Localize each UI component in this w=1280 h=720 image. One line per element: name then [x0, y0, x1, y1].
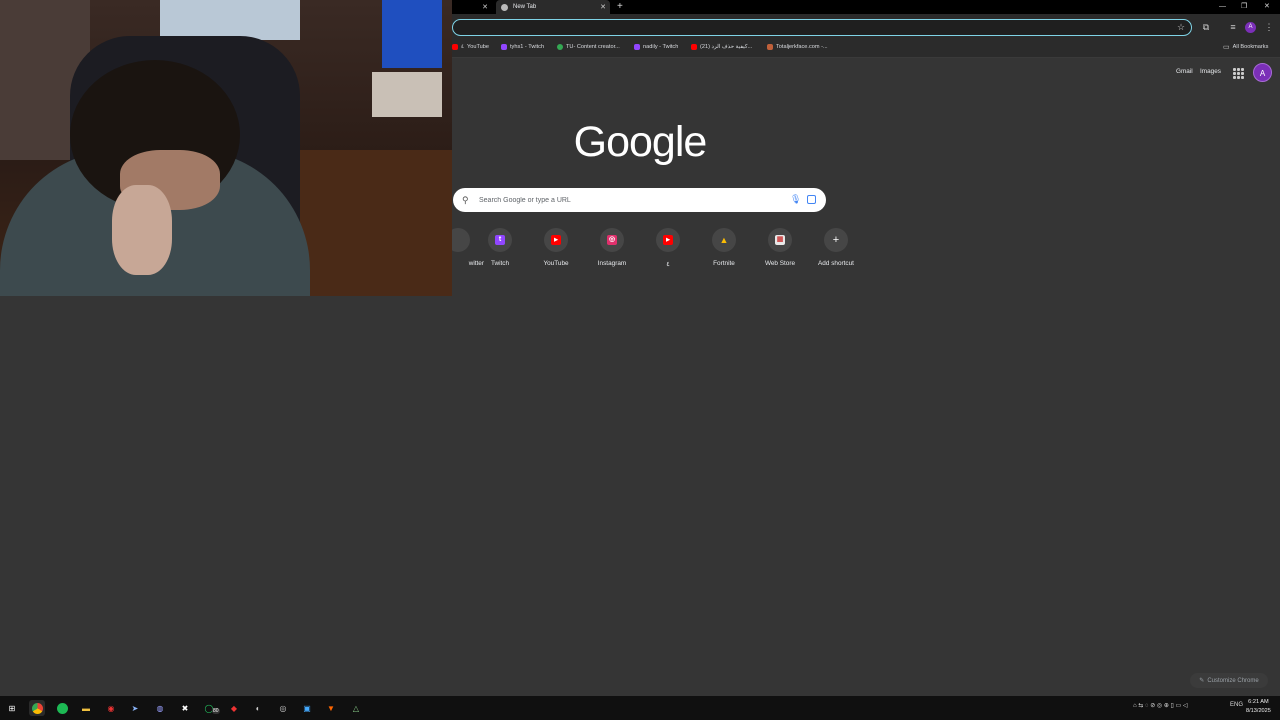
spotify-icon[interactable] — [54, 700, 70, 716]
shortcut-label: Twitch — [490, 260, 510, 267]
instagram-icon: ◎ — [607, 235, 617, 245]
webcam-person-hand — [112, 185, 172, 275]
shortcut-youtube-2[interactable]: ▶ ٤ — [640, 228, 696, 268]
bookmark-totaljerkface[interactable]: Totaljerkface.com -... — [767, 41, 828, 53]
chrome-icon — [501, 3, 508, 11]
bookmark-label: (21) كيفية حذف الرد... — [700, 44, 753, 50]
app-green-icon[interactable]: △ — [348, 700, 364, 716]
app-red-icon[interactable]: ◆ — [226, 700, 242, 716]
plus-icon: + — [832, 234, 840, 246]
web-store-icon: ▦ — [775, 235, 785, 245]
pencil-icon: ✎ — [1199, 678, 1205, 684]
search-input[interactable] — [479, 193, 769, 207]
shortcut-label: Add shortcut — [818, 260, 854, 267]
brave-icon[interactable]: ▼ — [323, 700, 339, 716]
webcam-shelf — [372, 72, 442, 117]
tab-new-tab[interactable]: New Tab ✕ — [496, 0, 610, 14]
extensions-icon[interactable]: ⧉ — [1199, 20, 1213, 34]
youtube-icon — [691, 44, 697, 50]
customize-label: Customize Chrome — [1207, 677, 1259, 684]
discord-icon[interactable]: ◍ — [152, 700, 168, 716]
menu-icon[interactable]: ⋮ — [1262, 20, 1276, 34]
bookmark-prefix: ٤ — [461, 44, 465, 50]
account-avatar[interactable]: A — [1253, 63, 1272, 82]
bookmark-youtube-video[interactable]: (21) كيفية حذف الرد... — [691, 41, 752, 53]
webcam-overlay — [0, 0, 452, 296]
bookmark-label: YouTube — [467, 44, 489, 50]
profile-icon[interactable]: A — [1245, 22, 1256, 33]
restore-icon[interactable]: ❐ — [1241, 0, 1247, 14]
new-tab-button[interactable]: + — [617, 0, 623, 14]
star-icon[interactable]: ☆ — [1174, 20, 1188, 34]
youtube-icon: ▶ — [551, 235, 561, 245]
bookmark-twitch-nadily[interactable]: nadily - Twitch — [634, 41, 678, 53]
file-explorer-icon[interactable]: ▬ — [78, 700, 94, 716]
obs-icon[interactable]: ◎ — [275, 700, 291, 716]
shortcut-fortnite[interactable]: ▲ Fortnite — [696, 228, 752, 267]
media-icon[interactable]: ≡ — [1226, 20, 1240, 34]
media-app-icon[interactable]: ◐ — [250, 700, 266, 716]
twitch-icon — [501, 44, 507, 50]
google-icon — [557, 44, 563, 50]
shortcut-label: Web Store — [764, 260, 796, 267]
microphone-icon[interactable]: 🎙 — [790, 194, 801, 206]
shortcut-youtube[interactable]: ▶ YouTube — [528, 228, 584, 267]
shortcut-instagram[interactable]: ◎ Instagram — [584, 228, 640, 267]
bookmark-content-creator[interactable]: TU- Content creator... — [557, 41, 620, 53]
shortcut-label: YouTube — [543, 260, 569, 267]
clock-time: 6:21 AM — [1248, 699, 1269, 705]
bookmark-twitch-tyhs1[interactable]: tyhs1 - Twitch — [501, 41, 544, 53]
twitch-icon: t — [495, 235, 505, 245]
bookmark-label: tyhs1 - Twitch — [510, 44, 545, 50]
window-close-icon[interactable]: ✕ — [1264, 0, 1270, 14]
gmail-link[interactable]: Gmail — [1176, 68, 1193, 75]
shortcut-twitch[interactable]: t Twitch — [472, 228, 528, 267]
close-icon[interactable]: ✕ — [482, 3, 488, 11]
youtube-icon — [452, 44, 458, 50]
search-icon: ⚲ — [462, 195, 469, 205]
all-bookmarks-label: All Bookmarks — [1232, 44, 1269, 50]
webcam-blue-light — [382, 0, 442, 68]
bookmark-label: Totaljerkface.com -... — [776, 44, 828, 50]
all-bookmarks[interactable]: ▭ All Bookmarks — [1223, 41, 1268, 53]
bookmark-label: TU- Content creator... — [566, 44, 620, 50]
shortcut-web-store[interactable]: ▦ Web Store — [752, 228, 808, 267]
windows-start-icon[interactable]: ⊞ — [4, 700, 20, 716]
webcam-window-light — [160, 0, 300, 40]
tab-inactive[interactable]: ✕ — [452, 0, 492, 14]
notification-badge: 80 — [212, 708, 220, 714]
clock[interactable]: 6:21 AM 8/13/2025 — [1246, 698, 1271, 716]
address-bar[interactable] — [452, 19, 1192, 36]
shortcut-label: ٤ — [666, 261, 670, 268]
bookmark-label: nadily - Twitch — [643, 44, 679, 50]
steam-icon[interactable]: ➤ — [127, 700, 143, 716]
google-drive-icon: ▲ — [719, 235, 729, 245]
folder-icon: ▭ — [1223, 44, 1230, 51]
customize-chrome-button[interactable]: ✎ Customize Chrome — [1190, 673, 1268, 688]
site-icon — [767, 44, 773, 50]
youtube-icon: ▶ — [663, 235, 673, 245]
app-blue-icon[interactable]: ▣ — [299, 700, 315, 716]
chrome-taskbar-icon[interactable] — [29, 700, 45, 716]
twitch-icon — [634, 44, 640, 50]
lens-icon[interactable] — [807, 195, 816, 204]
apps-grid-icon[interactable] — [1233, 68, 1244, 79]
close-icon[interactable]: ✕ — [600, 3, 606, 11]
language-indicator[interactable]: ENG — [1230, 702, 1243, 708]
clock-date: 8/13/2025 — [1246, 708, 1271, 714]
xbox-icon[interactable]: ✖ — [177, 700, 193, 716]
app-icon[interactable]: ◉ — [103, 700, 119, 716]
add-shortcut-button[interactable]: + Add shortcut — [808, 228, 864, 267]
shortcut-label: Fortnite — [713, 260, 735, 267]
tab-label: New Tab — [513, 4, 537, 10]
minimize-icon[interactable]: — — [1219, 0, 1226, 14]
google-logo: Google — [573, 118, 708, 166]
shortcut-label: Instagram — [597, 260, 627, 267]
images-link[interactable]: Images — [1200, 68, 1221, 75]
system-tray-icons[interactable]: ⌂ ⇆ ◌ ⊘ ◎ ⊕ ▯ ▭ ◁ — [1133, 702, 1187, 709]
bookmark-youtube[interactable]: ٤ YouTube — [452, 41, 489, 53]
